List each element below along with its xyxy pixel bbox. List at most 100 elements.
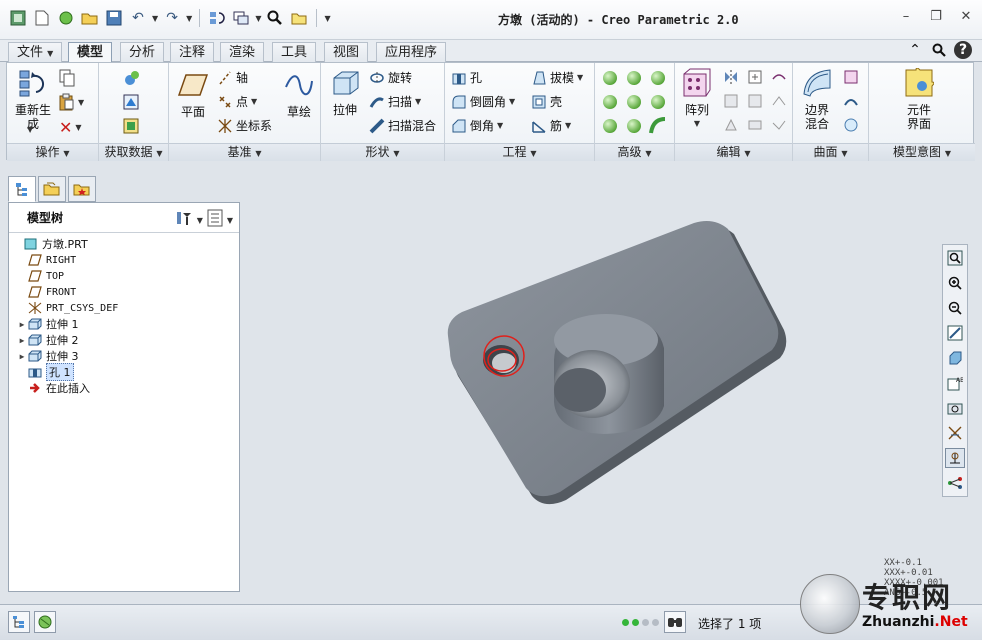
tree-item[interactable]: 方墩.PRT	[9, 236, 239, 252]
advanced-feature-icon[interactable]	[651, 71, 665, 85]
browser-toggle-icon[interactable]	[34, 611, 56, 633]
axis-button[interactable]: 轴	[217, 69, 248, 86]
tree-item[interactable]: 孔 1	[9, 363, 239, 381]
group-label-engineering[interactable]: 工程 ▼	[445, 143, 594, 161]
redo-icon[interactable]: ↷	[162, 8, 182, 28]
undo-dropdown-icon[interactable]: ▼	[152, 14, 158, 23]
fill-button[interactable]	[843, 69, 859, 85]
group-label-datum[interactable]: 基准 ▼	[169, 143, 320, 161]
point-button[interactable]: 点 ▼	[217, 93, 257, 110]
rib-dropdown-icon[interactable]: ▼	[565, 121, 571, 130]
restore-icon[interactable]: ❐	[928, 8, 944, 24]
freestyle-button[interactable]	[843, 117, 859, 133]
advanced-feature-icon[interactable]	[627, 95, 641, 109]
navigator-toggle-icon[interactable]	[8, 611, 30, 633]
regenerate-icon[interactable]	[207, 8, 227, 28]
new-file-icon[interactable]	[32, 8, 52, 28]
extend-button[interactable]	[723, 93, 739, 109]
intersect-button[interactable]	[771, 93, 787, 109]
round-button[interactable]: 倒圆角 ▼	[451, 93, 515, 110]
tree-settings-icon[interactable]	[175, 209, 193, 231]
minimize-ribbon-icon[interactable]: ⌃	[906, 41, 924, 59]
tree-item[interactable]: RIGHT	[9, 252, 239, 268]
windows-dropdown-icon[interactable]: ▼	[255, 14, 261, 23]
advanced-feature-icon[interactable]	[603, 71, 617, 85]
advanced-feature-icon[interactable]	[627, 71, 641, 85]
round-dropdown-icon[interactable]: ▼	[509, 97, 515, 106]
tree-show-icon[interactable]	[207, 209, 223, 231]
graphics-window[interactable]	[244, 170, 938, 604]
pattern-button[interactable]: 阵列 ▼	[679, 67, 715, 131]
search-icon[interactable]	[265, 8, 285, 28]
close-icon[interactable]: ✕	[958, 8, 974, 24]
view-manager-icon[interactable]	[945, 398, 965, 418]
refit-icon[interactable]	[945, 248, 965, 268]
zoom-in-icon[interactable]	[945, 273, 965, 293]
group-label-model-intent[interactable]: 模型意图 ▼	[869, 143, 975, 161]
model-tree-tab[interactable]	[8, 176, 36, 202]
mirror-button[interactable]	[723, 69, 739, 85]
tab-tools[interactable]: 工具	[272, 42, 317, 62]
point-dropdown-icon[interactable]: ▼	[251, 97, 257, 106]
folder-icon[interactable]	[289, 8, 309, 28]
tree-show-dropdown-icon[interactable]: ▼	[227, 216, 233, 225]
tab-model[interactable]: 模型	[68, 42, 113, 64]
rib-button[interactable]: 筋 ▼	[531, 117, 571, 134]
tree-item[interactable]: FRONT	[9, 284, 239, 300]
paste-dropdown-icon[interactable]: ▼	[78, 98, 84, 107]
advanced-feature-icon[interactable]	[603, 95, 617, 109]
plane-button[interactable]: 平面	[175, 69, 211, 119]
repaint-icon[interactable]	[945, 323, 965, 343]
extrude-button[interactable]: 拉伸	[327, 67, 363, 117]
project-button[interactable]	[771, 69, 787, 85]
folder-browser-tab[interactable]	[38, 176, 66, 202]
advanced-feature-icon[interactable]	[627, 119, 641, 133]
revolve-button[interactable]: 旋转	[369, 69, 412, 86]
windows-icon[interactable]	[231, 8, 251, 28]
delete-button[interactable]: ✕ ▼	[59, 118, 82, 137]
tab-applications[interactable]: 应用程序	[376, 42, 447, 62]
minimize-icon[interactable]: –	[898, 8, 914, 24]
spin-center-icon[interactable]	[945, 448, 965, 468]
draft-dropdown-icon[interactable]: ▼	[577, 73, 583, 82]
copy-button[interactable]	[59, 69, 75, 87]
shell-button[interactable]: 壳	[531, 93, 562, 110]
sweep-button[interactable]: 扫描 ▼	[369, 93, 421, 110]
undo-icon[interactable]: ↶	[128, 8, 148, 28]
group-label-get-data[interactable]: 获取数据 ▼	[99, 143, 168, 161]
tab-annotate[interactable]: 注释	[170, 42, 215, 62]
draft-button[interactable]: 拔模 ▼	[531, 69, 583, 86]
group-label-editing[interactable]: 编辑 ▼	[675, 143, 792, 161]
trim-button[interactable]	[747, 93, 763, 109]
save-icon[interactable]	[104, 8, 124, 28]
customize-toolbar-icon[interactable]: ▼	[324, 14, 330, 23]
advanced-feature-icon[interactable]	[651, 95, 665, 109]
delete-dropdown-icon[interactable]: ▼	[75, 123, 81, 132]
tab-render[interactable]: 渲染	[220, 42, 265, 62]
tree-item[interactable]: ▶ 拉伸 1	[9, 316, 239, 332]
boundary-blend-button[interactable]: 边界混合	[797, 67, 837, 131]
tree-item[interactable]: ▶ 拉伸 3	[9, 348, 239, 364]
advanced-feature-icon[interactable]	[603, 119, 617, 133]
pattern-dropdown-icon[interactable]: ▼	[694, 117, 700, 131]
datum-display-icon[interactable]	[945, 423, 965, 443]
saved-orientations-icon[interactable]: AB	[945, 373, 965, 393]
tab-file[interactable]: 文件 ▼	[8, 42, 63, 62]
group-label-shapes[interactable]: 形状 ▼	[321, 143, 444, 161]
paste-button[interactable]: ▼	[59, 93, 84, 111]
style-button[interactable]	[843, 93, 859, 109]
chamfer-button[interactable]: 倒角 ▼	[451, 117, 503, 134]
tab-view[interactable]: 视图	[324, 42, 369, 62]
tree-item[interactable]: 在此插入	[9, 380, 239, 396]
zoom-out-icon[interactable]	[945, 298, 965, 318]
find-icon[interactable]	[664, 611, 686, 633]
tree-item[interactable]: PRT_CSYS_DEF	[9, 300, 239, 316]
offset-button[interactable]	[723, 117, 739, 133]
csys-button[interactable]: 坐标系	[217, 117, 272, 134]
search-icon[interactable]	[930, 41, 948, 59]
group-label-advanced[interactable]: 高级 ▼	[595, 143, 674, 161]
user-defined-feature-button[interactable]	[123, 69, 141, 87]
group-label-surfaces[interactable]: 曲面 ▼	[793, 143, 868, 161]
toroidal-bend-button[interactable]	[649, 117, 667, 135]
expand-arrow-icon[interactable]: ▶	[17, 352, 27, 361]
